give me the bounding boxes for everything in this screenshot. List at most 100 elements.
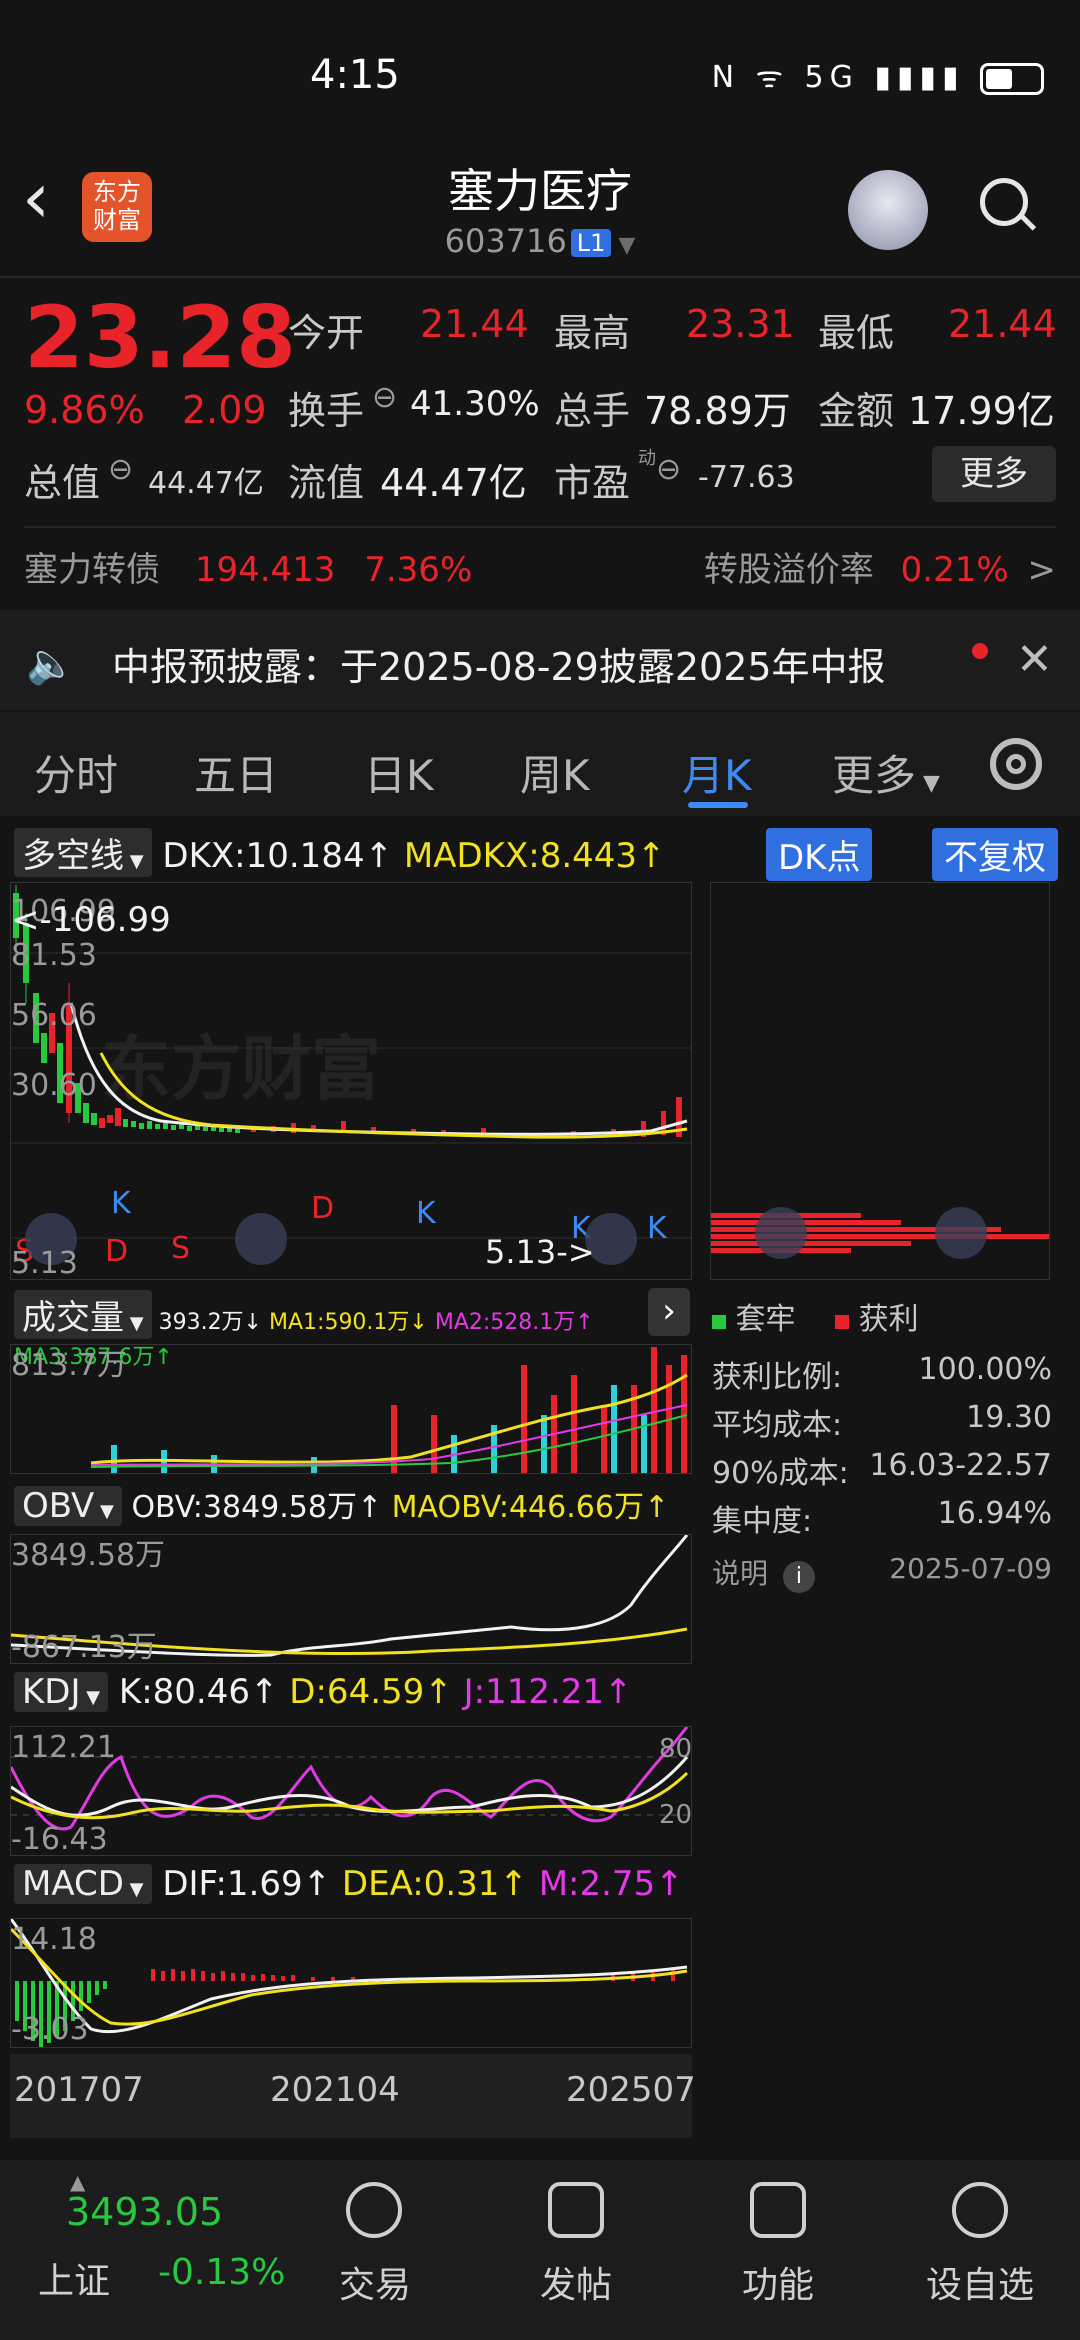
chip-row: 获利比例: 100.00% — [712, 1352, 1052, 1400]
info-icon[interactable]: ⊖ — [372, 380, 397, 415]
volume-chart[interactable]: 813.7万 — [10, 1344, 692, 1474]
chip-val: 19.30 — [966, 1400, 1052, 1435]
tab-five-day[interactable]: 五日 — [194, 742, 278, 803]
chip-key: 90%成本: — [712, 1456, 849, 1491]
j-value: J:112.21↑ — [463, 1672, 633, 1712]
chip-key: 获利比例: — [712, 1360, 843, 1395]
indicator-select-label: MACD — [22, 1864, 124, 1904]
obv-top-label: 3849.58万 — [11, 1538, 165, 1573]
chevron-right-icon[interactable]: › — [648, 1288, 690, 1336]
index-name[interactable]: 上证 — [38, 2252, 110, 2304]
amount-label: 金额 — [818, 389, 895, 433]
mktcap-label: 总值 — [24, 461, 101, 505]
notice-banner[interactable]: 🔈 中报预披露：于2025-08-29披露2025年中报 — [0, 610, 1080, 710]
d-line — [10, 1771, 689, 1820]
mktcap-value: 44.47亿 — [148, 466, 264, 501]
chip-key: 集中度: — [712, 1504, 813, 1539]
kdj-chart[interactable]: 112.21 -16.43 80 20 — [9, 1726, 692, 1857]
float-value: 44.47亿 — [380, 461, 527, 505]
dkx-value: DKX:10.184↑ — [162, 836, 394, 876]
speaker-icon: 🔈 — [26, 641, 76, 687]
nav-add-watchlist[interactable]: 设自选 — [900, 2256, 1060, 2308]
obv-chart[interactable]: 3849.58万 -867.13万 — [10, 1534, 692, 1665]
kline-chart[interactable]: 东方财富 S D S K D K K K 106.99 <-106.99 81.… — [10, 882, 692, 1281]
macd-svg: 14.18 -3.03 — [9, 1918, 688, 2047]
tab-daily-k[interactable]: 日K — [364, 742, 434, 803]
last-price: 23.28 — [24, 288, 297, 388]
high-label: 最高 — [554, 311, 631, 355]
macd-indicator-row: MACD ▼ DIF:1.69↑ DEA:0.31↑ M:2.75↑ — [14, 1864, 694, 1904]
vol-value: 393.2万↓ — [158, 1310, 262, 1335]
chevron-down-icon: ▼ — [611, 233, 636, 258]
indicator-select-obv[interactable]: OBV ▼ — [14, 1486, 122, 1526]
trapped-swatch — [712, 1315, 726, 1329]
info-icon[interactable]: ⊖ — [656, 452, 681, 487]
main-indicator-row: 多空线 ▼ DKX:10.184↑ MADKX:8.443↑ — [14, 828, 1074, 877]
kdj-20-label: 20 — [659, 1800, 691, 1830]
obv-svg: 3849.58万 -867.13万 — [10, 1534, 689, 1665]
info-icon[interactable]: ⊖ — [108, 452, 133, 487]
indicator-select-dkx[interactable]: 多空线 ▼ — [14, 828, 152, 877]
convertible-bond-row[interactable]: 塞力转债 194.413 7.36% 转股溢价率 0.21% > — [24, 542, 1056, 591]
tab-more[interactable]: 更多 ▼ — [832, 742, 940, 803]
premium-value: 0.21% — [900, 550, 1009, 590]
indicator-select-volume[interactable]: 成交量 ▼ — [14, 1290, 152, 1339]
search-icon[interactable] — [980, 178, 1028, 226]
functions-icon — [750, 2182, 806, 2238]
legend-profit: 获利 — [858, 1302, 919, 1337]
float-label: 流值 — [288, 461, 365, 505]
label-l3: 56.06 — [11, 998, 97, 1033]
chip-note-row[interactable]: 说明 i 2025-07-09 — [712, 1552, 1052, 1593]
unread-dot — [972, 643, 988, 659]
no-adjust-button[interactable]: 不复权 — [932, 828, 1058, 881]
dea-value: DEA:0.31↑ — [341, 1864, 528, 1904]
chip-key: 平均成本: — [712, 1408, 843, 1443]
chip-val: 16.03-22.57 — [869, 1448, 1052, 1483]
tab-weekly-k[interactable]: 周K — [520, 742, 590, 803]
indicator-select-label: KDJ — [22, 1672, 81, 1712]
status-time: 4:15 — [310, 52, 400, 98]
indicator-select-macd[interactable]: MACD ▼ — [14, 1864, 152, 1904]
robot-assistant-icon[interactable] — [848, 170, 928, 250]
indicator-select-kdj[interactable]: KDJ ▼ — [14, 1672, 109, 1712]
madkx-value: MADKX:8.443↑ — [403, 836, 666, 876]
macd-bottom-label: -3.03 — [11, 2012, 89, 2047]
dk-point-button[interactable]: DK点 — [766, 828, 873, 881]
macd-chart[interactable]: 14.18 -3.03 — [9, 1918, 692, 2048]
pe-superscript: 动 — [638, 448, 656, 469]
active-tab-indicator — [688, 802, 748, 808]
volume-svg: 813.7万 — [11, 1347, 688, 1473]
kdj-bottom-label: -16.43 — [11, 1822, 108, 1855]
turnover-value: 41.30% — [410, 384, 540, 424]
close-icon[interactable]: ✕ — [1016, 634, 1053, 685]
turnover-label: 换手 — [288, 389, 365, 433]
volume-max-label: 813.7万 — [11, 1348, 127, 1383]
stock-code-text: 603716 — [444, 222, 567, 260]
status-bar: 4:15 N ᯤ 5G ▮▮▮▮ — [0, 0, 1080, 150]
kdj-80-label: 80 — [659, 1734, 691, 1764]
x-tick-start: 201707 — [14, 2070, 144, 2110]
gear-icon[interactable] — [990, 738, 1042, 790]
nav-post[interactable]: 发帖 — [496, 2256, 656, 2308]
tab-intraday[interactable]: 分时 — [34, 742, 118, 803]
nav-functions[interactable]: 功能 — [698, 2256, 858, 2308]
chip-val: 16.94% — [937, 1496, 1052, 1531]
indicator-select-label: 多空线 — [22, 836, 124, 876]
nav-trade[interactable]: 交易 — [295, 2256, 455, 2308]
chevron-right-icon — [755, 1207, 807, 1259]
index-change[interactable]: -0.13% — [158, 2252, 285, 2293]
chip-row: 平均成本: 19.30 — [712, 1400, 1052, 1448]
more-button[interactable]: 更多 — [932, 446, 1056, 502]
high-value: 23.31 — [686, 302, 795, 346]
chip-distribution-chart[interactable] — [710, 882, 1050, 1280]
svg-text:D: D — [311, 1191, 334, 1226]
chip-legend: 套牢 获利 — [712, 1294, 919, 1338]
info-icon[interactable]: i — [782, 1561, 815, 1593]
note-label: 说明 — [712, 1557, 769, 1590]
status-icons-text: N ᯤ 5G ▮▮▮▮ — [711, 60, 965, 95]
low-label: 最低 — [818, 311, 895, 355]
index-value[interactable]: 3493.05 — [66, 2190, 223, 2234]
tab-monthly-k[interactable]: 月K — [682, 742, 752, 803]
svg-text:S: S — [171, 1231, 190, 1266]
d-value: D:64.59↑ — [289, 1672, 453, 1712]
